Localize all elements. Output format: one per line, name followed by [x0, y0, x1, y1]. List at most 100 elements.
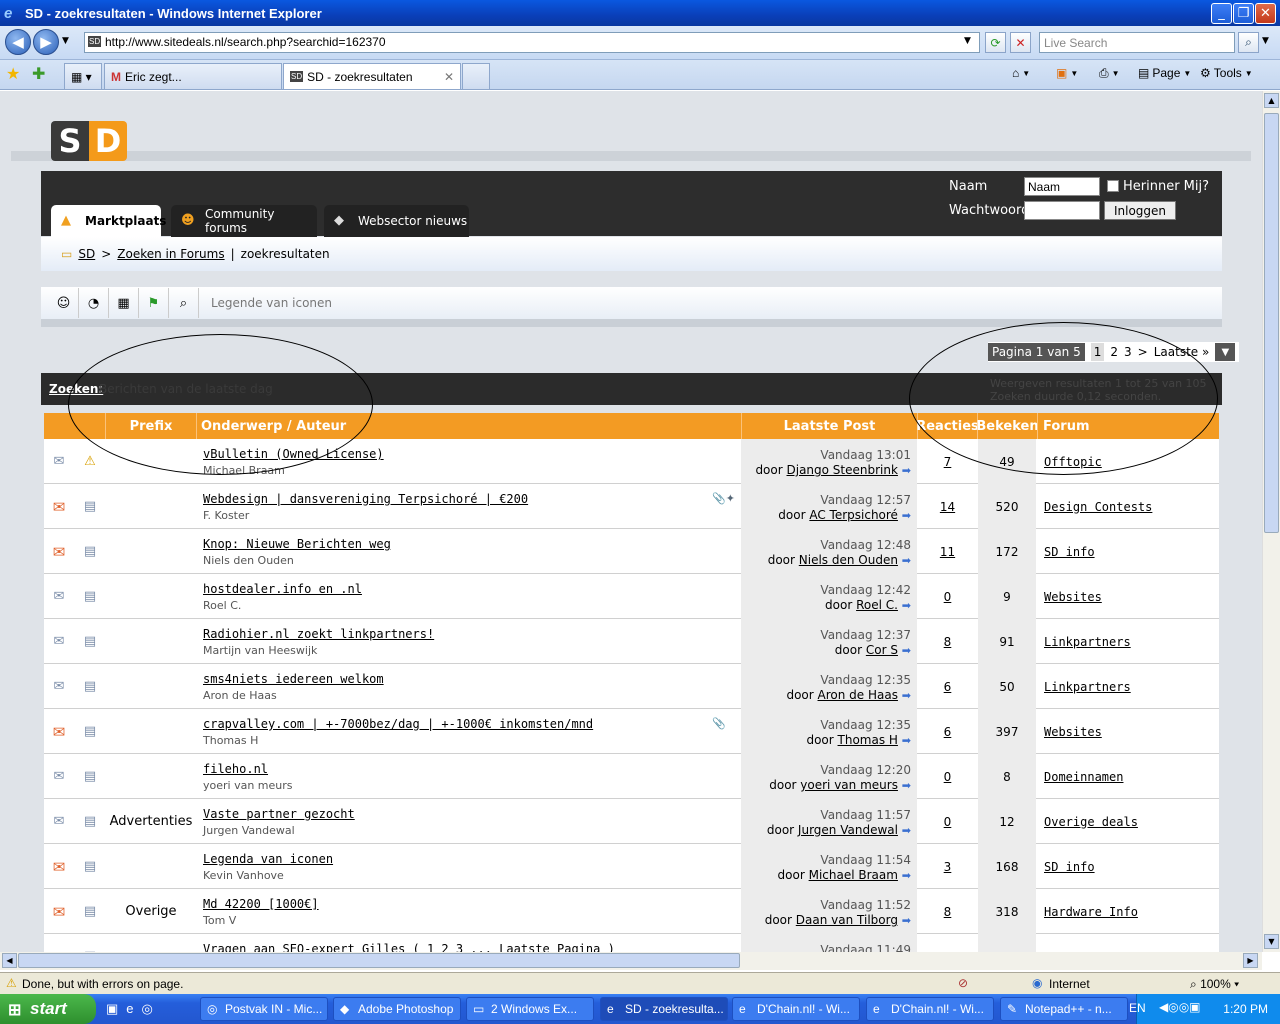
go-to-last-post-icon[interactable]: ➡ [902, 914, 911, 927]
print-button[interactable]: ⎙ ▼ [1099, 66, 1120, 81]
go-to-last-post-icon[interactable]: ➡ [902, 734, 911, 747]
search-doc-icon[interactable]: ⌕ [169, 288, 199, 318]
replies-count[interactable]: 0 [918, 799, 977, 844]
vertical-scrollbar[interactable]: ▲ ▼ [1262, 91, 1280, 952]
go-to-last-post-icon[interactable]: ➡ [902, 644, 911, 657]
outlook-launch-icon[interactable]: ◎ [142, 1001, 153, 1017]
thread-title-link[interactable]: Knop: Nieuwe Berichten weg [203, 537, 391, 551]
refresh-icon[interactable]: ⟳ [985, 32, 1006, 53]
replies-count[interactable]: 8 [918, 619, 977, 664]
stop-icon[interactable]: ✕ [1010, 32, 1031, 53]
address-bar[interactable]: SD http://www.sitedeals.nl/search.php?sea… [84, 32, 980, 53]
zoom-control[interactable]: ⌕ 100% ▾ [1190, 977, 1239, 992]
forum-link[interactable]: Websites [1044, 574, 1102, 619]
last-poster-link[interactable]: Django Steenbrink [787, 463, 898, 477]
tab-marktplaats[interactable]: ▲ Marktplaats [51, 205, 166, 237]
scroll-thumb[interactable] [1264, 113, 1279, 533]
go-to-last-post-icon[interactable]: ➡ [902, 554, 911, 567]
last-poster-link[interactable]: Jurgen Vandewal [798, 823, 898, 837]
last-poster-link[interactable]: Thomas H [838, 733, 898, 747]
scroll-right-icon[interactable]: ▶ [1243, 953, 1258, 968]
favorites-star-icon[interactable]: ★ [6, 64, 20, 83]
start-button[interactable]: ⊞ start [0, 994, 96, 1024]
breadcrumb-search[interactable]: Zoeken in Forums [117, 247, 224, 261]
tray-icons[interactable]: ◀◎◎▣ [1159, 1000, 1201, 1014]
ie-launch-icon[interactable]: e [126, 1001, 133, 1017]
scroll-left-icon[interactable]: ◀ [2, 953, 17, 968]
taskbar-item[interactable]: e D'Chain.nl! - Wi... [866, 997, 994, 1021]
icon-legend-link[interactable]: Legende van iconen [199, 296, 332, 310]
taskbar-item[interactable]: ◆ Adobe Photoshop [333, 997, 461, 1021]
go-to-last-post-icon[interactable]: ➡ [902, 824, 911, 837]
add-favorite-icon[interactable]: ✚ [32, 64, 45, 83]
login-button[interactable]: Inloggen [1104, 201, 1176, 220]
username-input[interactable] [1024, 177, 1100, 196]
forum-link[interactable]: SD info [1044, 529, 1095, 574]
show-desktop-icon[interactable]: ▣ [106, 1001, 118, 1017]
history-dropdown-icon[interactable]: ▼ [62, 36, 69, 46]
popup-blocked-icon[interactable]: ⊘ [958, 976, 968, 990]
go-to-last-post-icon[interactable]: ➡ [902, 689, 911, 702]
thread-title-link[interactable]: Md 42200 [1000€] [203, 897, 319, 911]
calendar-icon[interactable]: ▦ [109, 288, 139, 318]
flag-icon[interactable]: ⚑ [139, 288, 169, 318]
close-button[interactable]: ✕ [1255, 3, 1276, 24]
last-poster-link[interactable]: Niels den Ouden [799, 553, 898, 567]
last-poster-link[interactable]: Cor S [866, 643, 898, 657]
replies-count[interactable]: 3 [918, 844, 977, 889]
warning-icon[interactable]: ⚠ [6, 976, 17, 990]
tab-sd-zoekresultaten[interactable]: SD SD - zoekresultaten ✕ [283, 63, 461, 89]
page-menu[interactable]: ▤ Page ▼ [1138, 66, 1191, 80]
quick-tabs-button[interactable]: ▦ ▾ [64, 63, 102, 89]
last-poster-link[interactable]: yoeri van meurs [800, 778, 898, 792]
breadcrumb-root[interactable]: SD [78, 247, 95, 261]
new-tab-button[interactable] [462, 63, 490, 89]
go-to-last-post-icon[interactable]: ➡ [902, 464, 911, 477]
scroll-up-icon[interactable]: ▲ [1264, 93, 1279, 108]
last-poster-link[interactable]: Daan van Tilborg [796, 913, 898, 927]
go-to-last-post-icon[interactable]: ➡ [902, 779, 911, 792]
forum-link[interactable]: Overige deals [1044, 799, 1138, 844]
replies-count[interactable]: 0 [918, 754, 977, 799]
live-search-input[interactable]: Live Search [1039, 32, 1235, 53]
last-poster-link[interactable]: Michael Braam [809, 868, 898, 882]
taskbar-item[interactable]: ◎ Postvak IN - Mic... [200, 997, 328, 1021]
address-dropdown-icon[interactable]: ▼ [964, 36, 971, 46]
taskbar-item[interactable]: e SD - zoekresulta... [600, 997, 728, 1021]
h-scroll-thumb[interactable] [18, 953, 740, 968]
replies-count[interactable]: 11 [918, 529, 977, 574]
forum-link[interactable]: Linkpartners [1044, 664, 1131, 709]
sd-logo[interactable]: SD [51, 121, 127, 161]
tools-menu[interactable]: ⚙ Tools ▼ [1200, 66, 1253, 80]
tab-websector-nieuws[interactable]: ◆ Websector nieuws [324, 205, 469, 237]
taskbar-item[interactable]: e D'Chain.nl! - Wi... [732, 997, 860, 1021]
password-input[interactable] [1024, 201, 1100, 220]
last-poster-link[interactable]: Roel C. [856, 598, 898, 612]
replies-count[interactable]: 8 [918, 889, 977, 934]
minimize-button[interactable]: _ [1211, 3, 1232, 24]
page-jump-dropdown-icon[interactable]: ▼ [1215, 343, 1236, 361]
replies-count[interactable]: 0 [918, 574, 977, 619]
replies-count[interactable]: 6 [918, 664, 977, 709]
home-button[interactable]: ⌂ ▼ [1012, 66, 1030, 80]
thread-title-link[interactable]: Webdesign | dansvereniging Terpsichoré |… [203, 492, 528, 506]
taskbar-item[interactable]: ✎ Notepad++ - n... [1000, 997, 1128, 1021]
go-to-last-post-icon[interactable]: ➡ [902, 599, 911, 612]
thread-title-link[interactable]: sms4niets iedereen welkom [203, 672, 384, 686]
forum-link[interactable]: Design Contests [1044, 484, 1152, 529]
replies-count[interactable] [918, 934, 977, 952]
clock-icon[interactable]: ◔ [79, 288, 109, 318]
thread-title-link[interactable]: Legenda van iconen [203, 852, 333, 866]
forum-link[interactable]: Linkpartners [1044, 619, 1131, 664]
last-poster-link[interactable]: AC Terpsichoré [809, 508, 898, 522]
thread-title-link[interactable]: Vragen aan SEO-expert Gilles ( 1 2 3 ...… [203, 942, 615, 952]
forum-link[interactable]: Websites [1044, 709, 1102, 754]
thread-title-link[interactable]: crapvalley.com | +-7000bez/dag | +-1000€… [203, 717, 593, 731]
thread-title-link[interactable]: hostdealer.info en .nl [203, 582, 362, 596]
close-tab-icon[interactable]: ✕ [444, 70, 454, 84]
thread-title-link[interactable]: fileho.nl [203, 762, 268, 776]
thread-title-link[interactable]: Radiohier.nl zoekt linkpartners! [203, 627, 434, 641]
last-poster-link[interactable]: Aron de Haas [818, 688, 898, 702]
user-icon[interactable]: ☺ [49, 288, 79, 318]
remember-checkbox[interactable] [1107, 180, 1119, 192]
